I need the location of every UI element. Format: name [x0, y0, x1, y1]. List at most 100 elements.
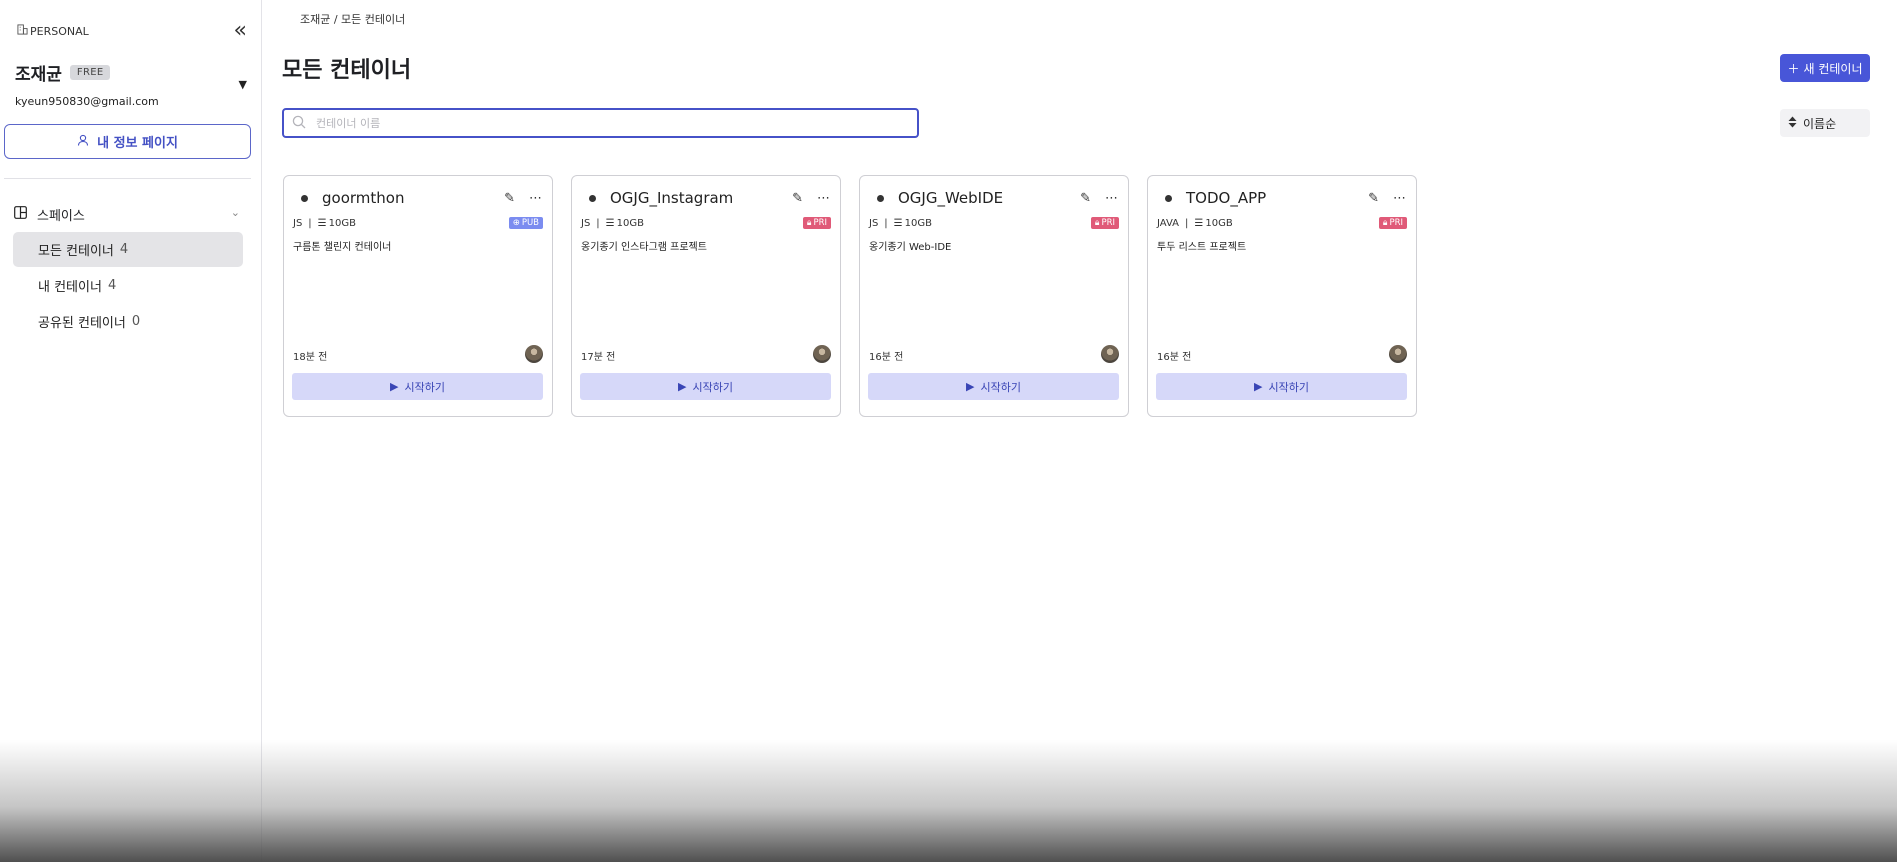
- sidebar-item-my-containers[interactable]: 내 컨테이너 4: [13, 268, 243, 303]
- edit-pencil-icon[interactable]: ✎: [792, 191, 803, 206]
- play-icon: ▶: [1254, 380, 1263, 393]
- container-name[interactable]: goormthon: [322, 189, 504, 207]
- meta-separator: |: [596, 217, 600, 229]
- sidebar-item-count: 4: [107, 278, 117, 293]
- storage-icon: ☰: [1194, 217, 1204, 229]
- play-icon: ▶: [678, 380, 687, 393]
- status-dot: [589, 194, 596, 202]
- sidebar-item-label: 모든 컨테이너: [38, 244, 114, 259]
- container-updated-time: 18분 전: [293, 352, 328, 363]
- container-description: 투두 리스트 프로젝트: [1157, 242, 1247, 253]
- storage-icon: ☰: [893, 217, 903, 229]
- container-card: goormthon ✎ ⋯ JS | ☰ 10GB ⊕ PUB 구름톤 챌린지 컨테…: [283, 175, 553, 417]
- start-button[interactable]: ▶ 시작하기: [580, 373, 831, 400]
- sidebar-nav: 모든 컨테이너 4 내 컨테이너 4 공유된 컨테이너 0: [13, 232, 243, 340]
- new-container-label: 새 컨테이너: [1803, 61, 1863, 76]
- visibility-label: PRI: [1101, 218, 1115, 228]
- avatar: [813, 345, 831, 363]
- storage-icon: ☰: [317, 217, 327, 229]
- user-email: kyeun950830@gmail.com: [15, 95, 159, 108]
- sort-label: 이름순: [1803, 116, 1837, 131]
- search-box: [282, 108, 919, 138]
- lock-icon: 🔒︎: [1382, 218, 1388, 228]
- container-description: 구름톤 챌린지 컨테이너: [293, 242, 392, 253]
- search-input[interactable]: [316, 116, 896, 130]
- page-title: 모든 컨테이너: [282, 58, 412, 83]
- sort-icon: [1788, 116, 1797, 131]
- more-options-icon[interactable]: ⋯: [1105, 191, 1118, 206]
- container-updated-time: 16분 전: [1157, 352, 1192, 363]
- sidebar-item-all-containers[interactable]: 모든 컨테이너 4: [13, 232, 243, 267]
- lock-icon: 🔒︎: [1094, 218, 1100, 228]
- more-options-icon[interactable]: ⋯: [1393, 191, 1406, 206]
- container-description: 옹기종기 Web-IDE: [869, 242, 952, 253]
- sidebar-item-label: 내 컨테이너: [38, 280, 102, 295]
- container-card: OGJG_WebIDE ✎ ⋯ JS | ☰ 10GB 🔒︎ PRI 옹기종기 We…: [859, 175, 1129, 417]
- play-icon: ▶: [390, 380, 399, 393]
- workspace-brand: PERSONAL: [17, 24, 89, 38]
- edit-pencil-icon[interactable]: ✎: [1368, 191, 1379, 206]
- sidebar-item-count: 0: [131, 314, 141, 329]
- container-storage: 10GB: [1205, 217, 1233, 229]
- visibility-badge: ⊕ PUB: [508, 217, 543, 229]
- visibility-label: PRI: [813, 218, 827, 228]
- layout-icon: [14, 205, 27, 223]
- collapse-sidebar-icon[interactable]: «: [234, 20, 247, 42]
- container-card: TODO_APP ✎ ⋯ JAVA | ☰ 10GB 🔒︎ PRI 투두 리스트 프…: [1147, 175, 1417, 417]
- container-updated-time: 17분 전: [581, 352, 616, 363]
- status-dot: [1165, 194, 1172, 202]
- my-profile-button[interactable]: 내 정보 페이지: [4, 124, 251, 159]
- start-label: 시작하기: [404, 380, 445, 394]
- plan-badge: FREE: [69, 65, 111, 80]
- chevron-down-icon: ⌄: [230, 206, 240, 219]
- start-label: 시작하기: [980, 380, 1021, 394]
- meta-separator: |: [1185, 217, 1189, 229]
- container-name[interactable]: OGJG_Instagram: [610, 189, 792, 207]
- sidebar-item-shared-containers[interactable]: 공유된 컨테이너 0: [13, 304, 243, 339]
- visibility-badge: 🔒︎ PRI: [1090, 217, 1119, 229]
- start-button[interactable]: ▶ 시작하기: [868, 373, 1119, 400]
- user-name: 조재균: [15, 65, 62, 85]
- visibility-badge: 🔒︎ PRI: [1378, 217, 1407, 229]
- globe-icon: ⊕: [512, 218, 520, 228]
- sidebar-item-count: 4: [119, 242, 129, 257]
- avatar: [1389, 345, 1407, 363]
- visibility-badge: 🔒︎ PRI: [802, 217, 831, 229]
- start-button[interactable]: ▶ 시작하기: [292, 373, 543, 400]
- status-dot: [301, 194, 308, 202]
- container-card: OGJG_Instagram ✎ ⋯ JS | ☰ 10GB 🔒︎ PRI 옹기종기…: [571, 175, 841, 417]
- user-icon: [77, 134, 89, 150]
- more-options-icon[interactable]: ⋯: [817, 191, 830, 206]
- space-section-toggle[interactable]: 스페이스 ⌄: [14, 204, 240, 224]
- bottom-shadow-overlay: [0, 740, 1897, 862]
- sidebar-divider: [4, 178, 251, 179]
- building-icon: [17, 24, 28, 38]
- container-description: 옹기종기 인스타그램 프로젝트: [581, 242, 707, 253]
- play-icon: ▶: [966, 380, 975, 393]
- more-options-icon[interactable]: ⋯: [529, 191, 542, 206]
- start-button[interactable]: ▶ 시작하기: [1156, 373, 1407, 400]
- sort-dropdown[interactable]: 이름순: [1780, 109, 1870, 137]
- container-storage: 10GB: [904, 217, 932, 229]
- workspace-label: PERSONAL: [30, 24, 89, 38]
- start-label: 시작하기: [692, 380, 733, 394]
- container-updated-time: 16분 전: [869, 352, 904, 363]
- start-label: 시작하기: [1268, 380, 1309, 394]
- edit-pencil-icon[interactable]: ✎: [504, 191, 515, 206]
- new-container-button[interactable]: ＋ 새 컨테이너: [1780, 54, 1870, 82]
- space-section-label: 스페이스: [37, 208, 85, 224]
- edit-pencil-icon[interactable]: ✎: [1080, 191, 1091, 206]
- container-language: JS: [293, 217, 303, 229]
- container-name[interactable]: TODO_APP: [1186, 189, 1368, 207]
- avatar: [525, 345, 543, 363]
- container-language: JS: [581, 217, 591, 229]
- sidebar-top: PERSONAL «: [17, 20, 247, 42]
- container-name[interactable]: OGJG_WebIDE: [898, 189, 1080, 207]
- container-storage: 10GB: [616, 217, 644, 229]
- visibility-label: PUB: [521, 218, 539, 228]
- sidebar-item-label: 공유된 컨테이너: [38, 316, 126, 331]
- meta-separator: |: [884, 217, 888, 229]
- user-menu-caret-icon[interactable]: ▼: [239, 78, 247, 91]
- user-info: 조재균 FREE ▼ kyeun950830@gmail.com: [15, 60, 247, 108]
- storage-icon: ☰: [605, 217, 615, 229]
